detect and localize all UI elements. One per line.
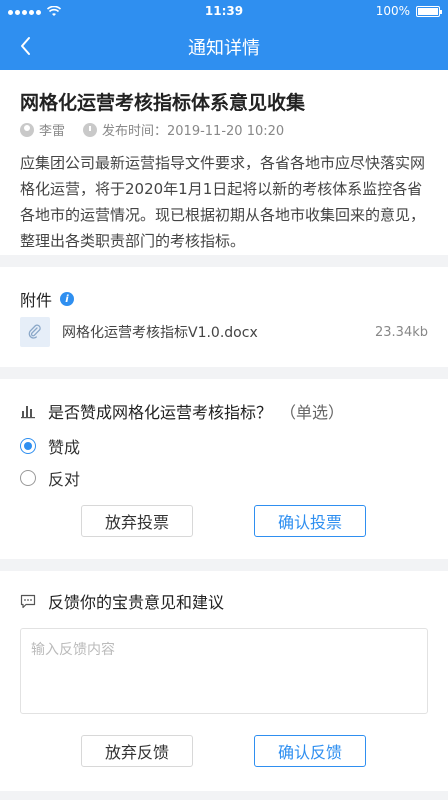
vote-option-approve[interactable]: 赞成 bbox=[20, 434, 80, 458]
battery-area: 100% bbox=[375, 4, 442, 18]
attachment-card: 附件 i 网格化运营考核指标V1.0.docx 23.34kb bbox=[0, 267, 448, 367]
notice-author: 李雷 bbox=[39, 124, 66, 139]
attachment-heading: 附件 i bbox=[20, 287, 75, 311]
notice-meta: 李雷 发布时间：2019-11-20 10:20 bbox=[20, 120, 284, 139]
paperclip-icon bbox=[20, 317, 50, 347]
feedback-title: 反馈你的宝贵意见和建议 bbox=[48, 593, 225, 612]
vote-question: 是否赞成网格化运营考核指标？ bbox=[48, 403, 273, 422]
radio-unchecked-icon[interactable] bbox=[20, 470, 36, 486]
vote-mode: （单选） bbox=[280, 403, 345, 422]
clock-icon bbox=[83, 122, 98, 137]
attachment-file[interactable]: 网格化运营考核指标V1.0.docx 23.34kb bbox=[20, 317, 428, 347]
notice-title: 网格化运营考核指标体系意见收集 bbox=[20, 92, 306, 114]
feedback-heading: 反馈你的宝贵意见和建议 bbox=[20, 589, 224, 613]
bar-chart-icon bbox=[21, 406, 35, 419]
abandon-feedback-button[interactable]: 放弃反馈 bbox=[81, 735, 193, 767]
chat-icon bbox=[20, 594, 36, 608]
battery-icon bbox=[416, 5, 442, 17]
feedback-card: 反馈你的宝贵意见和建议 放弃反馈 确认反馈 bbox=[0, 571, 448, 791]
notice-publish-time: 发布时间：2019-11-20 10:20 bbox=[102, 124, 285, 139]
vote-option-label: 反对 bbox=[48, 470, 81, 489]
abandon-vote-button[interactable]: 放弃投票 bbox=[81, 505, 193, 537]
confirm-vote-button[interactable]: 确认投票 bbox=[254, 505, 366, 537]
attachment-file-name[interactable]: 网格化运营考核指标V1.0.docx bbox=[62, 322, 375, 342]
feedback-input[interactable] bbox=[20, 628, 428, 714]
user-icon bbox=[20, 122, 34, 137]
attachment-file-size: 23.34kb bbox=[375, 324, 428, 340]
nav-bar: 通知详情 bbox=[0, 22, 448, 70]
battery-percent: 100% bbox=[375, 4, 410, 18]
status-bar: 11:39 100% bbox=[0, 0, 448, 22]
info-icon[interactable]: i bbox=[60, 292, 75, 306]
vote-card: 是否赞成网格化运营考核指标？ （单选） 赞成 反对 放弃投票 确认投票 bbox=[0, 379, 448, 559]
radio-checked-icon[interactable] bbox=[20, 438, 36, 454]
notice-card: 网格化运营考核指标体系意见收集 李雷 发布时间：2019-11-20 10:20… bbox=[0, 70, 448, 255]
page-title: 通知详情 bbox=[188, 38, 260, 59]
attachment-label: 附件 bbox=[20, 291, 53, 310]
vote-option-oppose[interactable]: 反对 bbox=[20, 466, 80, 490]
notice-body: 应集团公司最新运营指导文件要求，各省各地市应尽快落实网格化运营，将于2020年1… bbox=[20, 154, 426, 250]
vote-option-label: 赞成 bbox=[48, 438, 81, 457]
vote-question-row: 是否赞成网格化运营考核指标？ （单选） bbox=[20, 399, 344, 423]
confirm-feedback-button[interactable]: 确认反馈 bbox=[254, 735, 366, 767]
